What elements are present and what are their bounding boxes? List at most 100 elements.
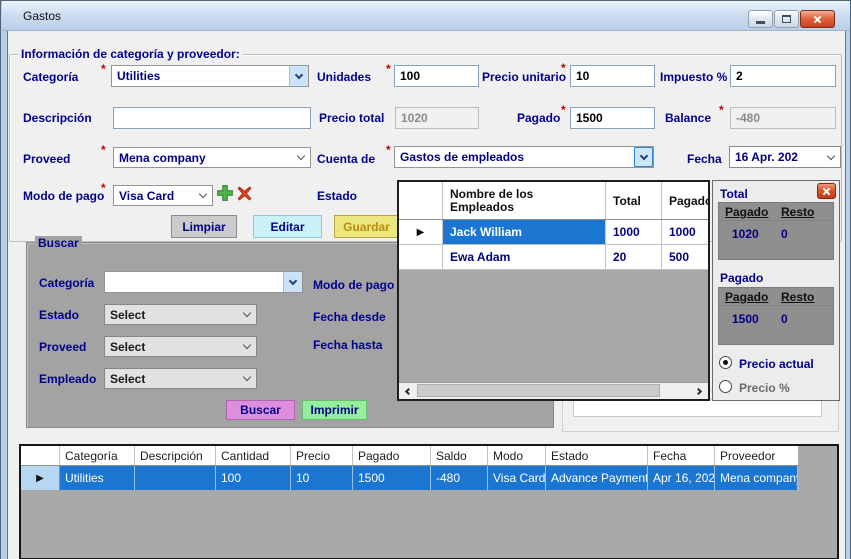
imprimir-button[interactable]: Imprimir <box>302 400 367 420</box>
proveedor-dropdown-button[interactable] <box>291 148 310 167</box>
row-selector-cell[interactable]: ▶ <box>21 466 60 490</box>
buscar-button[interactable]: Buscar <box>226 400 295 420</box>
results-cell-precio[interactable]: 10 <box>291 466 353 490</box>
descripcion-input[interactable] <box>113 107 311 129</box>
delete-payment-mode-button[interactable] <box>236 185 253 202</box>
results-cell-fecha[interactable]: Apr 16, 2025 <box>648 466 715 490</box>
buscar-proveedor-label: Proveed <box>39 340 86 354</box>
categoria-dropdown-button[interactable] <box>289 66 308 86</box>
categoria-combobox[interactable]: Utilities <box>111 65 309 87</box>
maximize-button[interactable] <box>774 10 799 28</box>
results-header-pagado[interactable]: Pagado <box>353 446 431 465</box>
results-cell-saldo[interactable]: -480 <box>431 466 488 490</box>
popup-cell-name[interactable]: Ewa Adam <box>443 245 606 269</box>
fecha-hasta-label: Fecha hasta <box>313 338 382 352</box>
popup-row-selected[interactable]: ▶ Jack William 1000 1000 <box>399 220 708 245</box>
modo-pago-value: Visa Card <box>114 189 193 203</box>
results-cell-modo[interactable]: Visa Card <box>488 466 546 490</box>
buscar-proveedor-value: Select <box>105 340 237 354</box>
buscar-estado-value: Select <box>105 308 237 322</box>
popup-horizontal-scrollbar[interactable] <box>399 382 708 399</box>
popup-cell-total[interactable]: 20 <box>606 245 662 269</box>
buscar-proveedor-combobox[interactable]: Select <box>104 336 257 357</box>
results-cell-cantidad[interactable]: 100 <box>216 466 291 490</box>
buscar-proveedor-dropdown-button[interactable] <box>237 337 256 356</box>
buscar-estado-label: Estado <box>39 308 79 322</box>
chevron-right-icon <box>695 387 702 394</box>
precio-unitario-label: Precio unitario <box>482 70 566 84</box>
buscar-estado-combobox[interactable]: Select <box>104 304 257 325</box>
scrollbar-track[interactable] <box>416 383 691 399</box>
precio-percent-radio[interactable] <box>719 380 732 393</box>
popup-header-total[interactable]: Total <box>606 182 662 219</box>
results-header-precio[interactable]: Precio <box>291 446 353 465</box>
balance-input <box>730 107 836 129</box>
proveedor-label: Proveed <box>23 152 70 166</box>
buscar-categoria-combobox[interactable] <box>104 271 303 293</box>
results-cell-pagado[interactable]: 1500 <box>353 466 431 490</box>
add-payment-mode-button[interactable] <box>216 184 234 202</box>
cuenta-dropdown-button[interactable] <box>634 147 653 167</box>
popup-cell-pagado[interactable]: 1000 <box>662 220 708 244</box>
results-row-selected[interactable]: ▶ Utilities 100 10 1500 -480 Visa Card A… <box>21 466 798 490</box>
cuenta-label: Cuenta de <box>317 152 375 166</box>
fecha-dropdown-button[interactable] <box>821 147 840 167</box>
popup-header-name[interactable]: Nombre de los Empleados <box>443 182 606 219</box>
buscar-empleado-combobox[interactable]: Select <box>104 368 257 389</box>
buscar-empleado-value: Select <box>105 372 237 386</box>
results-header-saldo[interactable]: Saldo <box>431 446 488 465</box>
popup-row-selector[interactable]: ▶ <box>399 220 443 244</box>
title-bar[interactable]: Gastos <box>2 1 851 31</box>
background-textbox[interactable] <box>573 399 822 417</box>
results-cell-proveedor[interactable]: Mena company <box>715 466 798 490</box>
close-button[interactable] <box>800 10 835 28</box>
popup-cell-name[interactable]: Jack William <box>443 220 606 244</box>
popup-cell-total[interactable]: 1000 <box>606 220 662 244</box>
buscar-categoria-dropdown-button[interactable] <box>283 272 302 292</box>
fecha-datepicker[interactable]: 16 Apr. 202 <box>729 146 841 168</box>
popup-cell-pagado[interactable]: 500 <box>662 245 708 269</box>
scrollbar-thumb[interactable] <box>417 384 660 397</box>
cuenta-combobox[interactable]: Gastos de empleados <box>394 146 654 168</box>
precio-unitario-input[interactable] <box>570 65 655 87</box>
results-header-descripcion[interactable]: Descripción <box>135 446 216 465</box>
popup-row-selector[interactable] <box>399 245 443 269</box>
unidades-label: Unidades <box>317 70 371 84</box>
popup-row[interactable]: Ewa Adam 20 500 <box>399 245 708 270</box>
results-cell-categoria[interactable]: Utilities <box>60 466 135 490</box>
modo-pago-combobox[interactable]: Visa Card <box>113 185 213 206</box>
proveedor-combobox[interactable]: Mena company <box>113 147 311 168</box>
window-title: Gastos <box>23 9 61 23</box>
results-header-fecha[interactable]: Fecha <box>648 446 715 465</box>
buscar-estado-dropdown-button[interactable] <box>237 305 256 324</box>
results-header-proveedor[interactable]: Proveedor <box>715 446 798 465</box>
precio-total-label: Precio total <box>319 111 384 125</box>
results-cell-estado[interactable]: Advance Payment <box>546 466 648 490</box>
impuesto-input[interactable] <box>730 65 836 87</box>
results-header-modo[interactable]: Modo <box>488 446 546 465</box>
results-header-cantidad[interactable]: Cantidad <box>216 446 291 465</box>
scroll-left-button[interactable] <box>399 383 416 399</box>
unidades-input[interactable] <box>394 65 479 87</box>
popup-header: Nombre de los Empleados Total Pagado <box>399 182 708 220</box>
modo-pago-dropdown-button[interactable] <box>193 186 212 205</box>
precio-actual-radio[interactable] <box>719 356 732 369</box>
buscar-empleado-dropdown-button[interactable] <box>237 369 256 388</box>
limpiar-button[interactable]: Limpiar <box>171 215 237 238</box>
results-header-categoria[interactable]: Categoría <box>60 446 135 465</box>
results-header-estado[interactable]: Estado <box>546 446 648 465</box>
pagado-input[interactable] <box>570 107 655 129</box>
guardar-button[interactable]: Guardar <box>334 215 399 238</box>
summary-panel: Total Pagado Resto 1020 0 Pagado Pagado … <box>712 180 840 401</box>
buscar-modo-pago-label: Modo de pago <box>313 278 394 292</box>
editar-button[interactable]: Editar <box>253 215 322 238</box>
pagado-col-pagado: Pagado <box>719 288 775 305</box>
results-cell-descripcion[interactable] <box>135 466 216 490</box>
plus-icon <box>216 184 234 202</box>
minimize-button[interactable] <box>748 10 773 28</box>
popup-header-pagado[interactable]: Pagado <box>662 182 708 219</box>
scroll-right-button[interactable] <box>691 383 708 399</box>
panel-close-button[interactable] <box>817 183 836 199</box>
chevron-down-icon <box>242 309 250 317</box>
delete-x-icon <box>236 185 253 202</box>
